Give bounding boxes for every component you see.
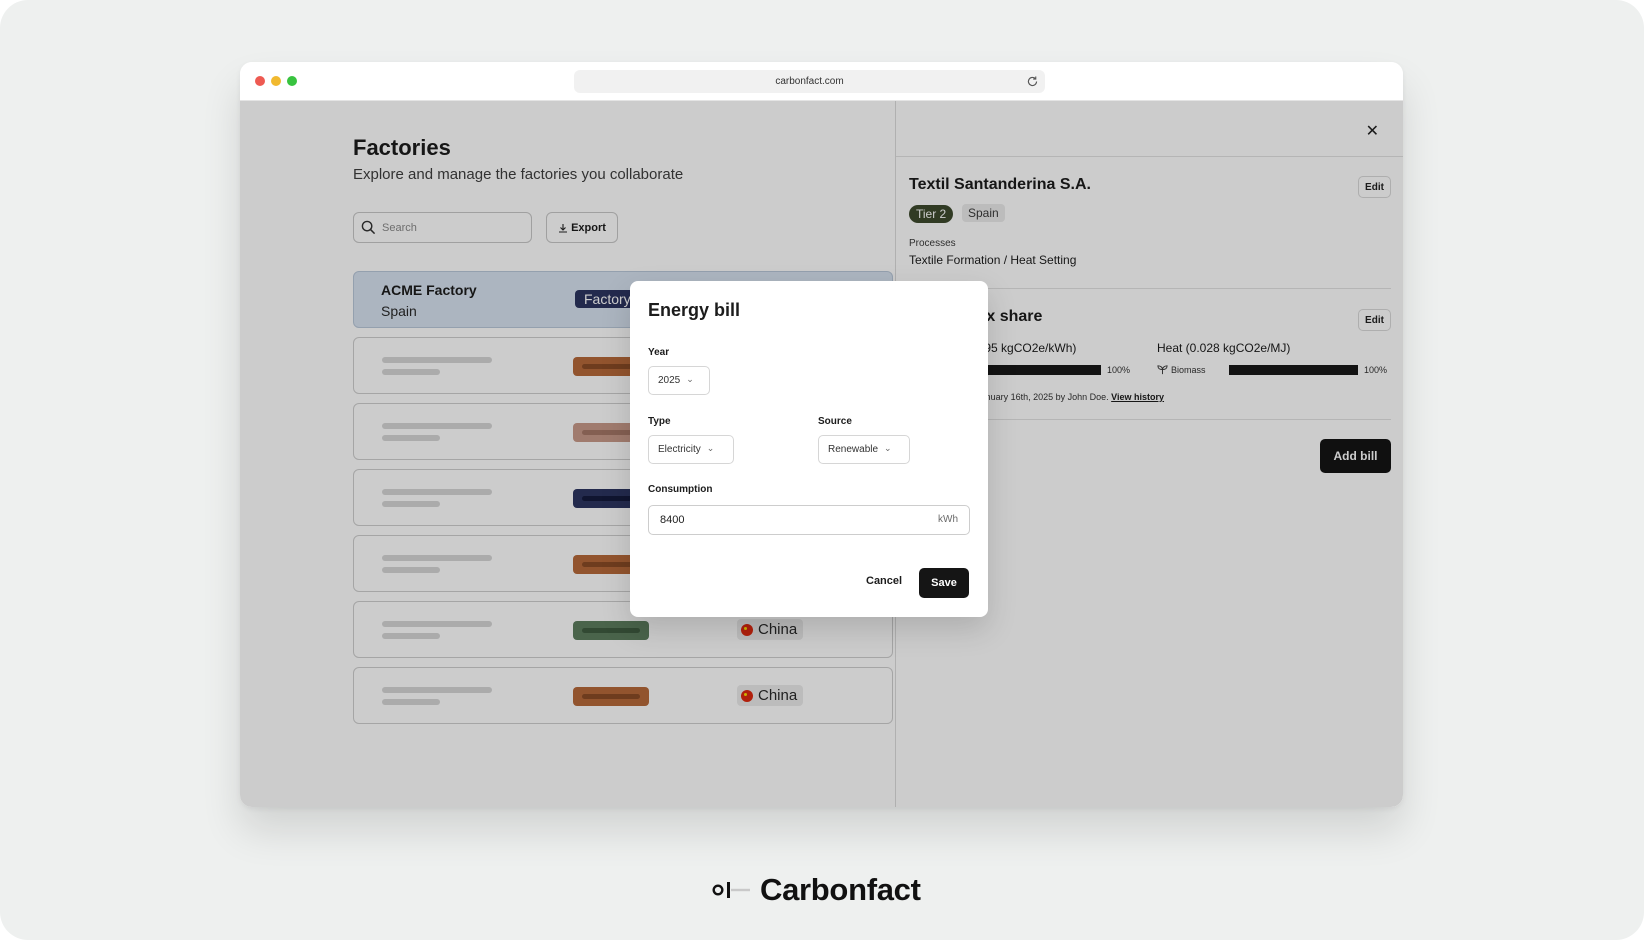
window-minimize-dot[interactable] xyxy=(271,76,281,86)
source-label: Source xyxy=(818,416,852,427)
type-value: Electricity xyxy=(658,444,701,455)
year-value: 2025 xyxy=(658,375,681,386)
page-viewport: Factories Explore and manage the factori… xyxy=(240,101,1403,807)
browser-window: carbonfact.com Factories Explore and man… xyxy=(240,62,1403,807)
cancel-button[interactable]: Cancel xyxy=(866,575,902,587)
type-select[interactable]: Electricity ⌄ xyxy=(648,435,734,464)
brand-name: Carbonfact xyxy=(760,872,921,907)
year-select[interactable]: 2025 ⌄ xyxy=(648,366,710,395)
carbonfact-logo: Carbonfact xyxy=(712,872,921,908)
source-value: Renewable xyxy=(828,444,879,455)
address-bar[interactable]: carbonfact.com xyxy=(574,70,1045,93)
chevron-down-icon: ⌄ xyxy=(884,443,892,453)
type-label: Type xyxy=(648,416,671,427)
consumption-value: 8400 xyxy=(660,514,685,526)
url-text: carbonfact.com xyxy=(775,76,844,87)
save-button[interactable]: Save xyxy=(919,568,969,598)
window-close-dot[interactable] xyxy=(255,76,265,86)
energy-bill-modal: Energy bill Year 2025 ⌄ Type Electricity… xyxy=(630,281,988,617)
source-select[interactable]: Renewable ⌄ xyxy=(818,435,910,464)
consumption-input[interactable]: 8400 kWh xyxy=(648,505,970,535)
modal-title: Energy bill xyxy=(648,300,741,320)
chevron-down-icon: ⌄ xyxy=(686,374,694,384)
chevron-down-icon: ⌄ xyxy=(706,443,715,453)
canvas-background: carbonfact.com Factories Explore and man… xyxy=(0,0,1644,940)
window-maximize-dot[interactable] xyxy=(287,76,297,86)
carbonfact-mark-icon xyxy=(712,882,750,898)
year-label: Year xyxy=(648,347,670,358)
consumption-unit: kWh xyxy=(938,514,958,525)
reload-icon[interactable] xyxy=(1026,75,1039,88)
browser-toolbar: carbonfact.com xyxy=(240,62,1403,101)
consumption-label: Consumption xyxy=(648,484,713,495)
